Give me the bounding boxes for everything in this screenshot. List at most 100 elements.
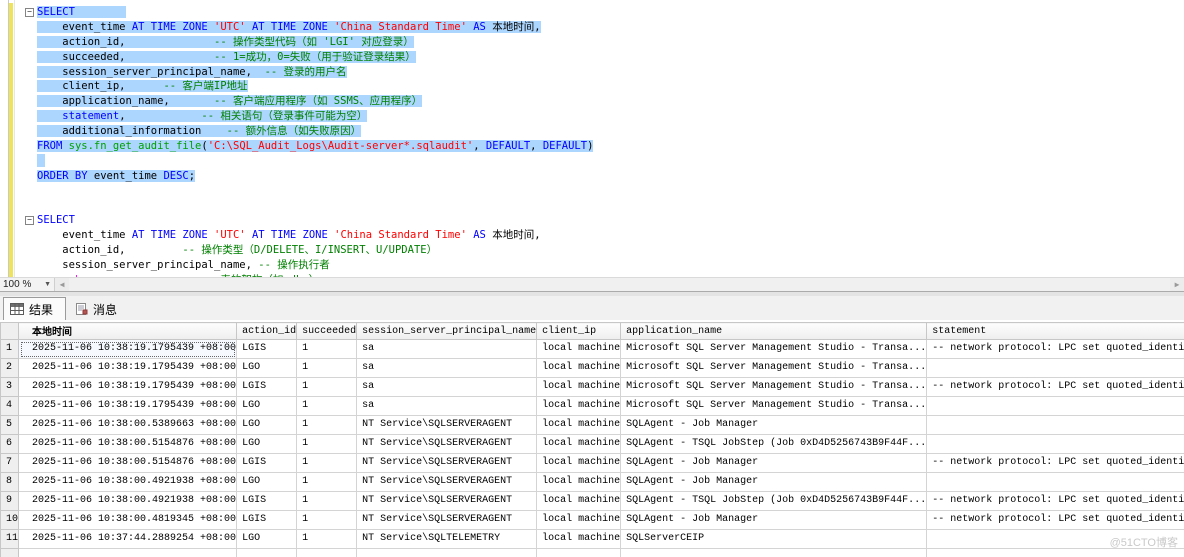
- grid-cell-session[interactable]: NT Service\SQLSERVERAGENT: [356, 472, 538, 492]
- row-number[interactable]: 1: [0, 339, 20, 359]
- grid-cell-application_name[interactable]: [620, 548, 928, 557]
- column-header-application_name[interactable]: application_name: [620, 322, 928, 340]
- grid-cell-action_id[interactable]: [236, 548, 298, 557]
- grid-cell-time[interactable]: 2025-11-06 10:38:00.5154876 +08:00: [18, 434, 238, 454]
- grid-corner-header[interactable]: [0, 322, 20, 340]
- grid-cell-time[interactable]: 2025-11-06 10:38:19.1795439 +08:00: [18, 358, 238, 378]
- grid-cell-action_id[interactable]: LGIS: [236, 510, 298, 530]
- editor-zoom-select[interactable]: 100 % ▼: [0, 278, 55, 291]
- column-header-statement[interactable]: statement: [926, 322, 1184, 340]
- grid-cell-client_ip[interactable]: local machine: [536, 472, 622, 492]
- grid-cell-time[interactable]: [18, 548, 238, 557]
- grid-cell-client_ip[interactable]: [536, 548, 622, 557]
- grid-cell-statement[interactable]: [926, 396, 1184, 416]
- row-number[interactable]: 2: [0, 358, 20, 378]
- grid-cell-succeeded[interactable]: 1: [296, 472, 358, 492]
- grid-cell-action_id[interactable]: LGIS: [236, 377, 298, 397]
- grid-cell-action_id[interactable]: LGO: [236, 529, 298, 549]
- grid-cell-application_name[interactable]: SQLAgent - Job Manager: [620, 453, 928, 473]
- grid-cell-session[interactable]: sa: [356, 358, 538, 378]
- grid-cell-client_ip[interactable]: local machine: [536, 396, 622, 416]
- grid-cell-succeeded[interactable]: 1: [296, 377, 358, 397]
- row-number[interactable]: 4: [0, 396, 20, 416]
- grid-cell-succeeded[interactable]: 1: [296, 358, 358, 378]
- grid-cell-session[interactable]: sa: [356, 339, 538, 359]
- grid-cell-session[interactable]: NT Service\SQLSERVERAGENT: [356, 453, 538, 473]
- grid-cell-statement[interactable]: -- network protocol: LPC set quoted_iden…: [926, 339, 1184, 359]
- grid-cell-time[interactable]: 2025-11-06 10:38:19.1795439 +08:00: [18, 396, 238, 416]
- grid-cell-time[interactable]: 2025-11-06 10:38:19.1795439 +08:00: [18, 339, 238, 359]
- grid-cell-time[interactable]: 2025-11-06 10:38:00.5389663 +08:00: [18, 415, 238, 435]
- editor-horizontal-scrollbar[interactable]: ◀ ▶: [55, 278, 1184, 291]
- grid-cell-succeeded[interactable]: 1: [296, 434, 358, 454]
- grid-cell-statement[interactable]: -- network protocol: LPC set quoted_iden…: [926, 491, 1184, 511]
- grid-cell-action_id[interactable]: LGO: [236, 415, 298, 435]
- row-number[interactable]: 8: [0, 472, 20, 492]
- scrollbar-track[interactable]: [69, 278, 1170, 291]
- fold-collapse-icon[interactable]: −: [25, 7, 34, 17]
- grid-cell-statement[interactable]: [926, 472, 1184, 492]
- grid-cell-client_ip[interactable]: local machine: [536, 491, 622, 511]
- grid-cell-client_ip[interactable]: local machine: [536, 453, 622, 473]
- grid-cell-statement[interactable]: [926, 358, 1184, 378]
- column-header-action_id[interactable]: action_id: [236, 322, 298, 340]
- grid-cell-action_id[interactable]: LGO: [236, 396, 298, 416]
- grid-cell-session[interactable]: NT Service\SQLTELEMETRY: [356, 529, 538, 549]
- grid-cell-time[interactable]: 2025-11-06 10:38:00.4921938 +08:00: [18, 491, 238, 511]
- grid-cell-statement[interactable]: [926, 434, 1184, 454]
- grid-cell-action_id[interactable]: LGIS: [236, 491, 298, 511]
- grid-cell-session[interactable]: sa: [356, 377, 538, 397]
- grid-cell-action_id[interactable]: LGIS: [236, 453, 298, 473]
- row-number[interactable]: 9: [0, 491, 20, 511]
- row-number[interactable]: 11: [0, 529, 20, 549]
- grid-cell-succeeded[interactable]: 1: [296, 415, 358, 435]
- grid-cell-statement[interactable]: -- network protocol: LPC set quoted_iden…: [926, 510, 1184, 530]
- grid-cell-session[interactable]: NT Service\SQLSERVERAGENT: [356, 491, 538, 511]
- grid-cell-client_ip[interactable]: local machine: [536, 377, 622, 397]
- row-number[interactable]: 6: [0, 434, 20, 454]
- sql-code[interactable]: − SELECT event_time AT TIME ZONE 'UTC' AT…: [25, 5, 594, 277]
- grid-cell-succeeded[interactable]: 1: [296, 491, 358, 511]
- grid-cell-application_name[interactable]: SQLAgent - Job Manager: [620, 472, 928, 492]
- grid-cell-application_name[interactable]: SQLServerCEIP: [620, 529, 928, 549]
- grid-cell-action_id[interactable]: LGO: [236, 358, 298, 378]
- grid-cell-session[interactable]: NT Service\SQLSERVERAGENT: [356, 434, 538, 454]
- grid-cell-time[interactable]: 2025-11-06 10:38:00.4921938 +08:00: [18, 472, 238, 492]
- column-header-succeeded[interactable]: succeeded: [296, 322, 358, 340]
- grid-cell-client_ip[interactable]: local machine: [536, 510, 622, 530]
- grid-cell-application_name[interactable]: SQLAgent - Job Manager: [620, 415, 928, 435]
- grid-cell-session[interactable]: sa: [356, 396, 538, 416]
- row-number[interactable]: 5: [0, 415, 20, 435]
- grid-cell-time[interactable]: 2025-11-06 10:38:00.5154876 +08:00: [18, 453, 238, 473]
- grid-cell-client_ip[interactable]: local machine: [536, 358, 622, 378]
- grid-cell-application_name[interactable]: SQLAgent - TSQL JobStep (Job 0xD4D525674…: [620, 491, 928, 511]
- grid-cell-client_ip[interactable]: local machine: [536, 434, 622, 454]
- scroll-right-icon[interactable]: ▶: [1170, 278, 1184, 291]
- grid-cell-session[interactable]: NT Service\SQLSERVERAGENT: [356, 415, 538, 435]
- grid-cell-time[interactable]: 2025-11-06 10:38:19.1795439 +08:00: [18, 377, 238, 397]
- grid-cell-succeeded[interactable]: 1: [296, 529, 358, 549]
- grid-cell-action_id[interactable]: LGO: [236, 434, 298, 454]
- grid-cell-succeeded[interactable]: 1: [296, 339, 358, 359]
- grid-cell-client_ip[interactable]: local machine: [536, 529, 622, 549]
- grid-cell-time[interactable]: 2025-11-06 10:37:44.2889254 +08:00: [18, 529, 238, 549]
- fold-collapse-icon[interactable]: −: [25, 215, 34, 225]
- row-number[interactable]: [0, 548, 20, 557]
- grid-cell-succeeded[interactable]: 1: [296, 510, 358, 530]
- grid-cell-session[interactable]: [356, 548, 538, 557]
- grid-cell-application_name[interactable]: SQLAgent - Job Manager: [620, 510, 928, 530]
- column-header-time[interactable]: 本地时间: [18, 322, 238, 340]
- grid-cell-application_name[interactable]: Microsoft SQL Server Management Studio -…: [620, 377, 928, 397]
- row-number[interactable]: 7: [0, 453, 20, 473]
- grid-cell-application_name[interactable]: Microsoft SQL Server Management Studio -…: [620, 339, 928, 359]
- grid-cell-succeeded[interactable]: 1: [296, 396, 358, 416]
- grid-cell-client_ip[interactable]: local machine: [536, 415, 622, 435]
- grid-cell-application_name[interactable]: Microsoft SQL Server Management Studio -…: [620, 396, 928, 416]
- grid-cell-session[interactable]: NT Service\SQLSERVERAGENT: [356, 510, 538, 530]
- grid-cell-application_name[interactable]: SQLAgent - TSQL JobStep (Job 0xD4D525674…: [620, 434, 928, 454]
- tab-results[interactable]: 结果: [3, 297, 67, 320]
- tab-messages[interactable]: 消息: [69, 299, 129, 320]
- grid-cell-time[interactable]: 2025-11-06 10:38:00.4819345 +08:00: [18, 510, 238, 530]
- column-header-client_ip[interactable]: client_ip: [536, 322, 622, 340]
- grid-cell-statement[interactable]: -- network protocol: LPC set quoted_iden…: [926, 453, 1184, 473]
